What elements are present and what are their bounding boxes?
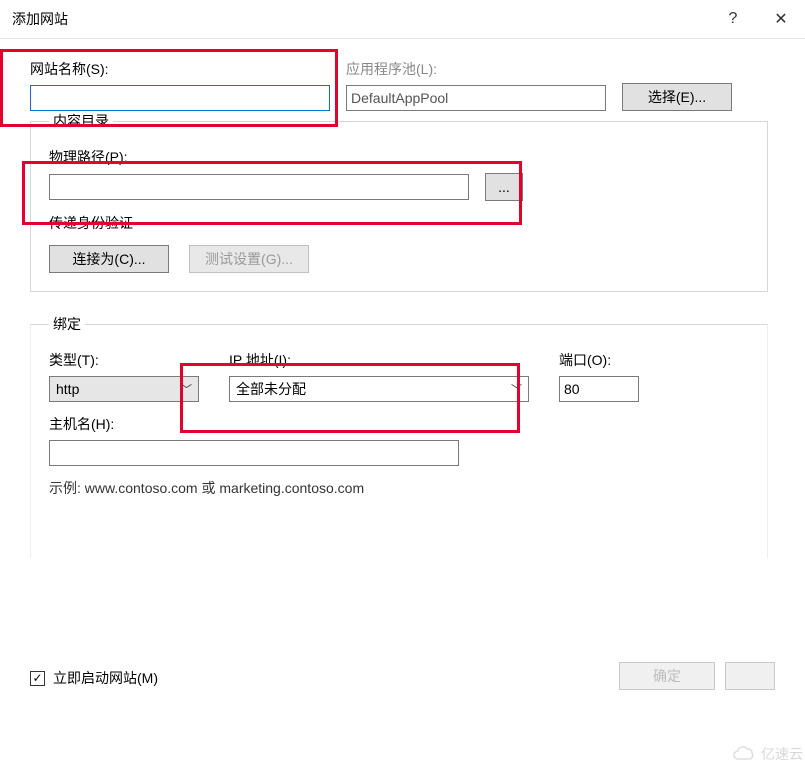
type-value: http bbox=[56, 381, 79, 397]
help-icon: ? bbox=[729, 10, 738, 28]
watermark: 亿速云 bbox=[731, 744, 803, 764]
dialog-content: 网站名称(S): 应用程序池(L): . 选择(E)... 内容目录 物理路径(… bbox=[0, 39, 805, 698]
site-name-input[interactable] bbox=[30, 85, 330, 111]
ip-address-value: 全部未分配 bbox=[236, 379, 306, 399]
ip-address-label: IP 地址(I): bbox=[229, 350, 529, 370]
dialog-footer: 确定 bbox=[619, 662, 775, 690]
test-settings-button: 测试设置(G)... bbox=[189, 245, 309, 273]
content-directory-legend: 内容目录 bbox=[49, 111, 113, 131]
chevron-down-icon: ﹀ bbox=[511, 381, 522, 397]
ip-address-select[interactable]: 全部未分配 ﹀ bbox=[229, 376, 529, 402]
physical-path-label: 物理路径(P): bbox=[49, 147, 749, 167]
cloud-icon bbox=[731, 745, 757, 763]
select-app-pool-button[interactable]: 选择(E)... bbox=[622, 83, 732, 111]
start-immediately-checkbox[interactable]: ✓ 立即启动网站(M) bbox=[30, 668, 158, 688]
host-name-label: 主机名(H): bbox=[49, 414, 749, 434]
content-directory-group: 内容目录 物理路径(P): ... 传递身份验证 连接为(C)... 测试设置(… bbox=[30, 111, 768, 292]
titlebar: 添加网站 ? ✕ bbox=[0, 0, 805, 39]
type-label: 类型(T): bbox=[49, 350, 199, 370]
ellipsis-icon: ... bbox=[498, 179, 510, 195]
close-button[interactable]: ✕ bbox=[757, 0, 805, 38]
window-title: 添加网站 bbox=[12, 9, 709, 29]
check-icon: ✓ bbox=[32, 672, 42, 684]
type-select[interactable]: http ﹀ bbox=[49, 376, 199, 402]
watermark-text: 亿速云 bbox=[761, 744, 803, 764]
physical-path-input[interactable] bbox=[49, 174, 469, 200]
browse-path-button[interactable]: ... bbox=[485, 173, 523, 201]
passthrough-auth-label: 传递身份验证 bbox=[49, 213, 749, 233]
app-pool-label: 应用程序池(L): bbox=[346, 59, 606, 79]
host-example-text: 示例: www.contoso.com 或 marketing.contoso.… bbox=[49, 478, 749, 498]
chevron-down-icon: ﹀ bbox=[181, 381, 192, 397]
binding-group: 绑定 类型(T): http ﹀ IP 地址(I): 全部未分配 ﹀ 端口(O)… bbox=[30, 314, 768, 558]
port-label: 端口(O): bbox=[559, 350, 639, 370]
start-immediately-label: 立即启动网站(M) bbox=[53, 668, 158, 688]
checkbox-box: ✓ bbox=[30, 671, 45, 686]
help-button[interactable]: ? bbox=[709, 0, 757, 38]
binding-legend: 绑定 bbox=[49, 314, 85, 334]
site-name-label: 网站名称(S): bbox=[30, 59, 330, 79]
close-icon: ✕ bbox=[774, 9, 787, 29]
app-pool-value bbox=[346, 85, 606, 111]
port-input[interactable] bbox=[559, 376, 639, 402]
host-name-input[interactable] bbox=[49, 440, 459, 466]
cancel-button[interactable] bbox=[725, 662, 775, 690]
connect-as-button[interactable]: 连接为(C)... bbox=[49, 245, 169, 273]
ok-button[interactable]: 确定 bbox=[619, 662, 715, 690]
